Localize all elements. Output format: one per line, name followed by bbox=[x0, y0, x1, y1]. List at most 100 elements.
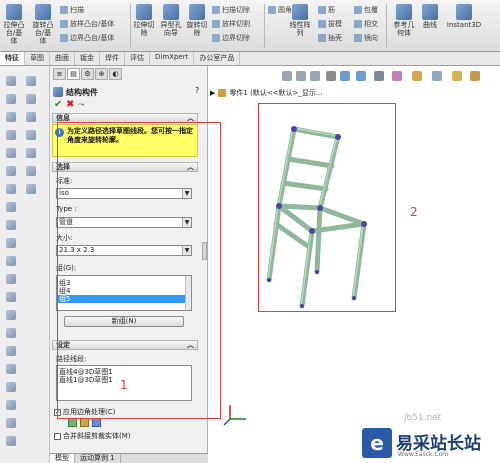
extrude-cut-icon bbox=[136, 4, 152, 20]
hole-wizard-icon bbox=[163, 4, 179, 20]
loft-boss-button[interactable]: 放样凸台/基体 bbox=[60, 19, 114, 29]
watermark-logo: e 易采站长站 Www.Easck.Com bbox=[360, 426, 500, 463]
mass-props-icon[interactable] bbox=[26, 76, 36, 86]
section-view-icon[interactable] bbox=[26, 94, 36, 104]
dimension-icon[interactable] bbox=[6, 436, 16, 446]
draft-button[interactable]: 拔模 bbox=[318, 19, 342, 29]
tab-feature-tree[interactable]: ≡ bbox=[53, 68, 66, 80]
fillet-bead-icon[interactable] bbox=[6, 166, 16, 176]
lofted-cut-button[interactable]: 放样切割 bbox=[212, 19, 250, 29]
sweep-icon bbox=[60, 6, 68, 14]
curvature-icon[interactable] bbox=[26, 148, 36, 158]
hole-icon[interactable] bbox=[6, 220, 16, 230]
swept-cut-icon bbox=[212, 6, 220, 14]
wrap-button[interactable]: 包覆 bbox=[354, 5, 378, 15]
trim-extend-icon[interactable] bbox=[6, 112, 16, 122]
help-icon[interactable]: ? bbox=[195, 86, 199, 95]
chamfer-icon[interactable] bbox=[6, 238, 16, 248]
curves-icon bbox=[422, 4, 438, 20]
ok-icon[interactable]: ✔ bbox=[54, 99, 62, 110]
tab-features[interactable]: 特征 bbox=[0, 52, 25, 65]
swept-cut-button[interactable]: 扫描切除 bbox=[212, 5, 250, 15]
instant3d-button[interactable]: Instant3D bbox=[444, 4, 484, 29]
curves-button[interactable]: 曲线 bbox=[420, 4, 440, 29]
sketch-icon[interactable] bbox=[6, 292, 16, 302]
annotation-box-1 bbox=[57, 122, 221, 419]
tab-dimxpert[interactable]: ⊕ bbox=[95, 68, 108, 80]
boundary-icon bbox=[60, 34, 68, 42]
annotation-box-2 bbox=[258, 103, 396, 312]
boundary-boss-button[interactable]: 边界凸台/基体 bbox=[60, 33, 114, 43]
end-butt2-icon[interactable] bbox=[92, 418, 101, 427]
extrude-cut-button[interactable]: 拉伸切 除 bbox=[133, 4, 155, 37]
revolve-boss-button[interactable]: 旋转凸 台/基 体 bbox=[30, 4, 56, 45]
shell-icon bbox=[318, 34, 326, 42]
tab-weldments[interactable]: 焊件 bbox=[100, 52, 125, 65]
extrude-boss-icon[interactable] bbox=[6, 184, 16, 194]
zebra-icon[interactable] bbox=[26, 130, 36, 140]
mirror-button[interactable]: 镜向 bbox=[354, 33, 378, 43]
brand-logo-icon: e bbox=[362, 428, 392, 458]
checkbox-unchecked-icon bbox=[54, 432, 61, 440]
command-manager-tabs: 特征 草图 曲面 钣金 焊件 评估 DimXpert 办公室产品 bbox=[0, 52, 500, 66]
tab-sketch[interactable]: 草图 bbox=[25, 52, 50, 65]
end-butt1-icon[interactable] bbox=[80, 418, 89, 427]
gusset-icon[interactable] bbox=[6, 148, 16, 158]
tab-motion-study[interactable]: 运动算例 1 bbox=[75, 454, 121, 463]
wrap-icon bbox=[354, 6, 362, 14]
cancel-icon[interactable]: ✖ bbox=[66, 99, 74, 110]
end-miter-icon[interactable] bbox=[68, 418, 77, 427]
intersect-button[interactable]: 相交 bbox=[354, 19, 378, 29]
point-icon[interactable] bbox=[6, 418, 16, 428]
fillet-icon[interactable] bbox=[6, 256, 16, 266]
tab-surfaces[interactable]: 曲面 bbox=[50, 52, 75, 65]
draft-analysis-icon[interactable] bbox=[26, 184, 36, 194]
circle-icon[interactable] bbox=[6, 382, 16, 392]
tab-office-products[interactable]: 办公室产品 bbox=[194, 52, 241, 65]
bottom-tabs: 模型 运动算例 1 bbox=[50, 453, 208, 463]
watermark-site: jb51.net bbox=[404, 413, 442, 423]
3d-sketch-icon[interactable] bbox=[6, 310, 16, 320]
draft-icon bbox=[318, 20, 326, 28]
rib-icon bbox=[318, 6, 326, 14]
tab-property-manager[interactable]: ▤ bbox=[67, 68, 80, 80]
rib-button[interactable]: 筋 bbox=[318, 5, 335, 15]
interference-icon[interactable] bbox=[26, 166, 36, 176]
intersect-icon bbox=[354, 20, 362, 28]
measure-icon[interactable] bbox=[26, 112, 36, 122]
extrude-boss-button[interactable]: 拉伸凸 台/基 体 bbox=[2, 4, 26, 45]
end-cap-icon[interactable] bbox=[6, 130, 16, 140]
tab-evaluate[interactable]: 评估 bbox=[125, 52, 150, 65]
structural-member-icon[interactable] bbox=[6, 94, 16, 104]
tab-config-manager[interactable]: ⚙ bbox=[81, 68, 94, 80]
tab-display-manager[interactable]: ◐ bbox=[109, 68, 122, 80]
extrude-cut-icon[interactable] bbox=[6, 202, 16, 212]
linear-pattern-button[interactable]: 线性阵 列 bbox=[288, 4, 312, 37]
reference-geometry-icon bbox=[396, 4, 412, 20]
annotation-label-2: 2 bbox=[410, 205, 418, 219]
reference-geometry-button[interactable]: 参考几 何体 bbox=[390, 4, 418, 37]
spline-icon[interactable] bbox=[6, 400, 16, 410]
plane-icon[interactable] bbox=[6, 274, 16, 284]
tab-model[interactable]: 模型 bbox=[50, 454, 75, 463]
weldment-toolbar bbox=[0, 66, 50, 463]
ribbon-toolbar: 拉伸凸 台/基 体 旋转凸 台/基 体 扫描 放样凸台/基体 边界凸台/基体 拉… bbox=[0, 0, 500, 52]
boundary-cut-button[interactable]: 边界切除 bbox=[212, 33, 250, 43]
revolve-cut-button[interactable]: 旋转切 除 bbox=[186, 4, 208, 37]
sweep-button[interactable]: 扫描 bbox=[60, 5, 84, 15]
shell-button[interactable]: 抽壳 bbox=[318, 33, 342, 43]
weldment-icon[interactable] bbox=[6, 76, 16, 86]
triad-axes-icon bbox=[223, 405, 246, 426]
tab-sheet-metal[interactable]: 钣金 bbox=[75, 52, 100, 65]
annotation-label-1: 1 bbox=[120, 378, 128, 392]
pm-title: 结构构件 bbox=[66, 88, 98, 97]
rectangle-icon[interactable] bbox=[6, 364, 16, 374]
tab-dimxpert[interactable]: DimXpert bbox=[150, 52, 195, 65]
hole-wizard-button[interactable]: 异型孔 向导 bbox=[158, 4, 184, 37]
detail-preview-icon[interactable]: ⤳ bbox=[78, 100, 84, 110]
arc-icon[interactable] bbox=[6, 346, 16, 356]
structural-member-icon bbox=[53, 87, 63, 97]
line-icon[interactable] bbox=[6, 328, 16, 338]
merge-miter-checkbox[interactable]: 合并斜接剪裁实体(M) bbox=[54, 431, 131, 441]
pm-title-bar: 结构构件 ? bbox=[53, 86, 203, 98]
